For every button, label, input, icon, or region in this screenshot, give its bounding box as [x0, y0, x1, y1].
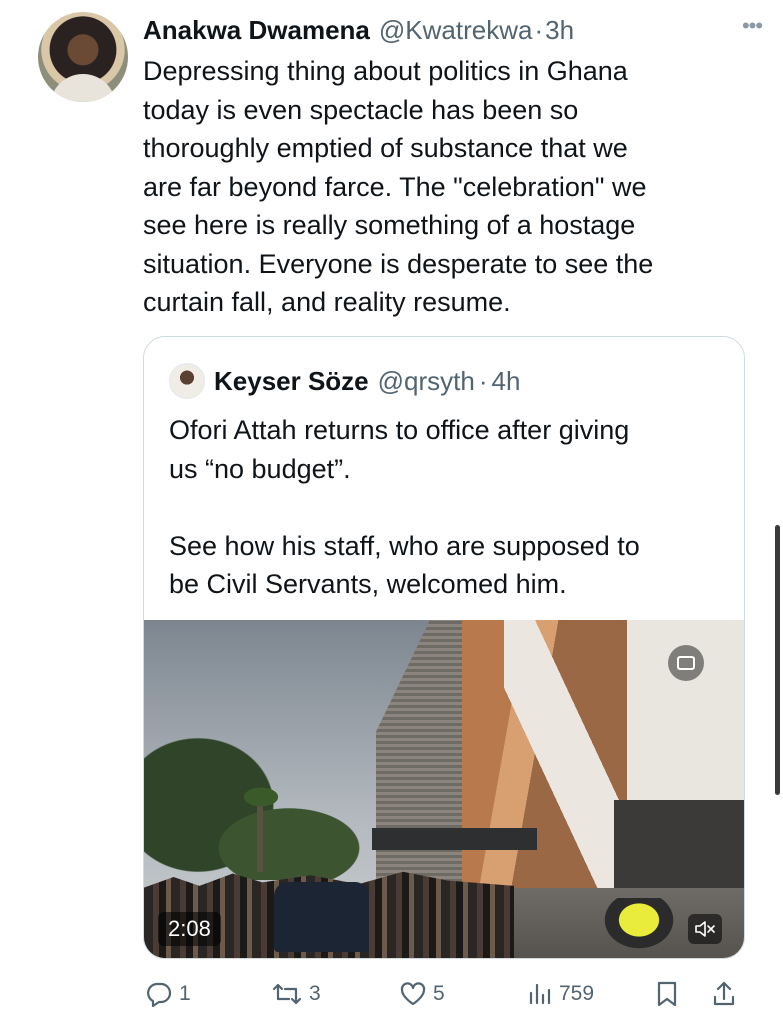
separator-dot: ·	[534, 14, 544, 45]
video-palm-top	[241, 786, 281, 808]
like-button[interactable]: 5	[399, 974, 445, 1014]
video-trees-2	[204, 800, 374, 880]
reply-icon	[147, 982, 172, 1007]
video-car	[274, 882, 369, 952]
share-icon	[713, 981, 735, 1006]
repost-button[interactable]: 3	[271, 974, 321, 1014]
repost-icon	[272, 983, 302, 1005]
avatar-shirt	[50, 74, 116, 102]
heart-icon	[400, 982, 426, 1006]
tweet-timestamp[interactable]: 3h	[545, 15, 574, 46]
bookmark-icon	[657, 981, 677, 1007]
quoted-tweet-text: Ofori Attah returns to office after givi…	[169, 415, 640, 599]
video-player[interactable]: 2:08	[144, 620, 744, 958]
view-count: 759	[559, 982, 595, 1005]
author-avatar[interactable]	[38, 12, 128, 102]
author-name[interactable]: Anakwa Dwamena	[143, 15, 370, 46]
muted-speaker-icon[interactable]	[688, 914, 722, 944]
separator-dot: ·	[478, 365, 488, 396]
more-options-icon[interactable]: •••	[735, 13, 769, 38]
quoted-tweet-header: Keyser Söze @qrsyth · 4h	[169, 361, 520, 401]
tweet-action-bar: 1 3 5 759	[143, 974, 748, 1014]
video-motorcycle	[599, 898, 679, 953]
reply-count: 1	[179, 982, 191, 1005]
quoted-author-handle: @qrsyth	[377, 365, 475, 396]
share-button[interactable]	[711, 974, 743, 1014]
quoted-author-avatar	[169, 363, 205, 399]
closed-captions-icon[interactable]	[668, 645, 704, 681]
quoted-tweet-card[interactable]: Keyser Söze @qrsyth · 4h Ofori Attah ret…	[143, 336, 745, 959]
quoted-tweet-timestamp: 4h	[491, 365, 521, 396]
views-button[interactable]: 759	[527, 974, 594, 1014]
video-duration: 2:08	[158, 912, 221, 946]
views-chart-icon	[529, 983, 551, 1005]
author-handle[interactable]: @Kwatrekwa	[379, 15, 533, 46]
repost-count: 3	[309, 982, 321, 1005]
page-scrollbar[interactable]	[775, 525, 780, 795]
bookmark-button[interactable]	[655, 974, 685, 1014]
video-canopy	[372, 828, 537, 850]
tweet-text: Depressing thing about politics in Ghana…	[143, 56, 654, 317]
tweet-header: Anakwa Dwamena @Kwatrekwa · 3h	[143, 10, 763, 50]
like-count: 5	[433, 982, 445, 1005]
reply-button[interactable]: 1	[145, 974, 191, 1014]
quoted-author-name: Keyser Söze	[214, 365, 369, 396]
